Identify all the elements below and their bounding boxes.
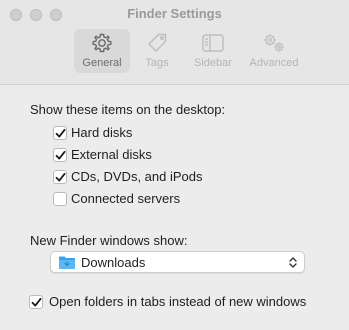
tab-tags-label: Tags [145, 57, 169, 69]
desktop-items-heading: Show these items on the desktop: [30, 102, 226, 117]
connected-servers-checkbox[interactable] [53, 192, 67, 206]
open-in-tabs-label: Open folders in tabs instead of new wind… [49, 294, 307, 309]
finder-settings-window: Finder Settings General Tags Sidebar Adv… [0, 0, 349, 330]
tab-general[interactable]: General [74, 29, 130, 73]
hard-disks-label: Hard disks [71, 125, 133, 140]
tab-sidebar[interactable]: Sidebar [185, 29, 241, 73]
new-window-target-popup[interactable]: Downloads [50, 251, 305, 273]
tag-icon [129, 32, 185, 54]
new-window-heading: New Finder windows show: [30, 233, 188, 248]
cds-dvds-ipods-label: CDs, DVDs, and iPods [71, 169, 203, 184]
chevron-up-down-icon [288, 256, 298, 274]
tab-sidebar-label: Sidebar [194, 57, 232, 69]
external-disks-checkbox[interactable] [53, 148, 67, 162]
checkmark-icon [55, 128, 66, 138]
sidebar-icon [185, 32, 241, 54]
title-bar: Finder Settings General Tags Sidebar Adv… [0, 0, 349, 85]
open-in-tabs-checkbox[interactable] [29, 295, 43, 309]
cds-dvds-ipods-checkbox[interactable] [53, 170, 67, 184]
hard-disks-checkbox[interactable] [53, 126, 67, 140]
checkmark-icon [31, 297, 42, 307]
new-window-target-value: Downloads [81, 255, 146, 270]
folder-icon [58, 255, 76, 275]
tab-advanced-label: Advanced [249, 57, 299, 69]
checkmark-icon [55, 172, 66, 182]
gear-icon [74, 32, 130, 54]
tab-general-label: General [82, 57, 122, 69]
connected-servers-label: Connected servers [71, 191, 181, 206]
checkmark-icon [55, 150, 66, 160]
tab-advanced[interactable]: Advanced [244, 29, 304, 73]
external-disks-label: External disks [71, 147, 152, 162]
advanced-gears-icon [244, 32, 304, 54]
tab-tags[interactable]: Tags [129, 29, 185, 73]
window-title: Finder Settings [127, 6, 222, 21]
